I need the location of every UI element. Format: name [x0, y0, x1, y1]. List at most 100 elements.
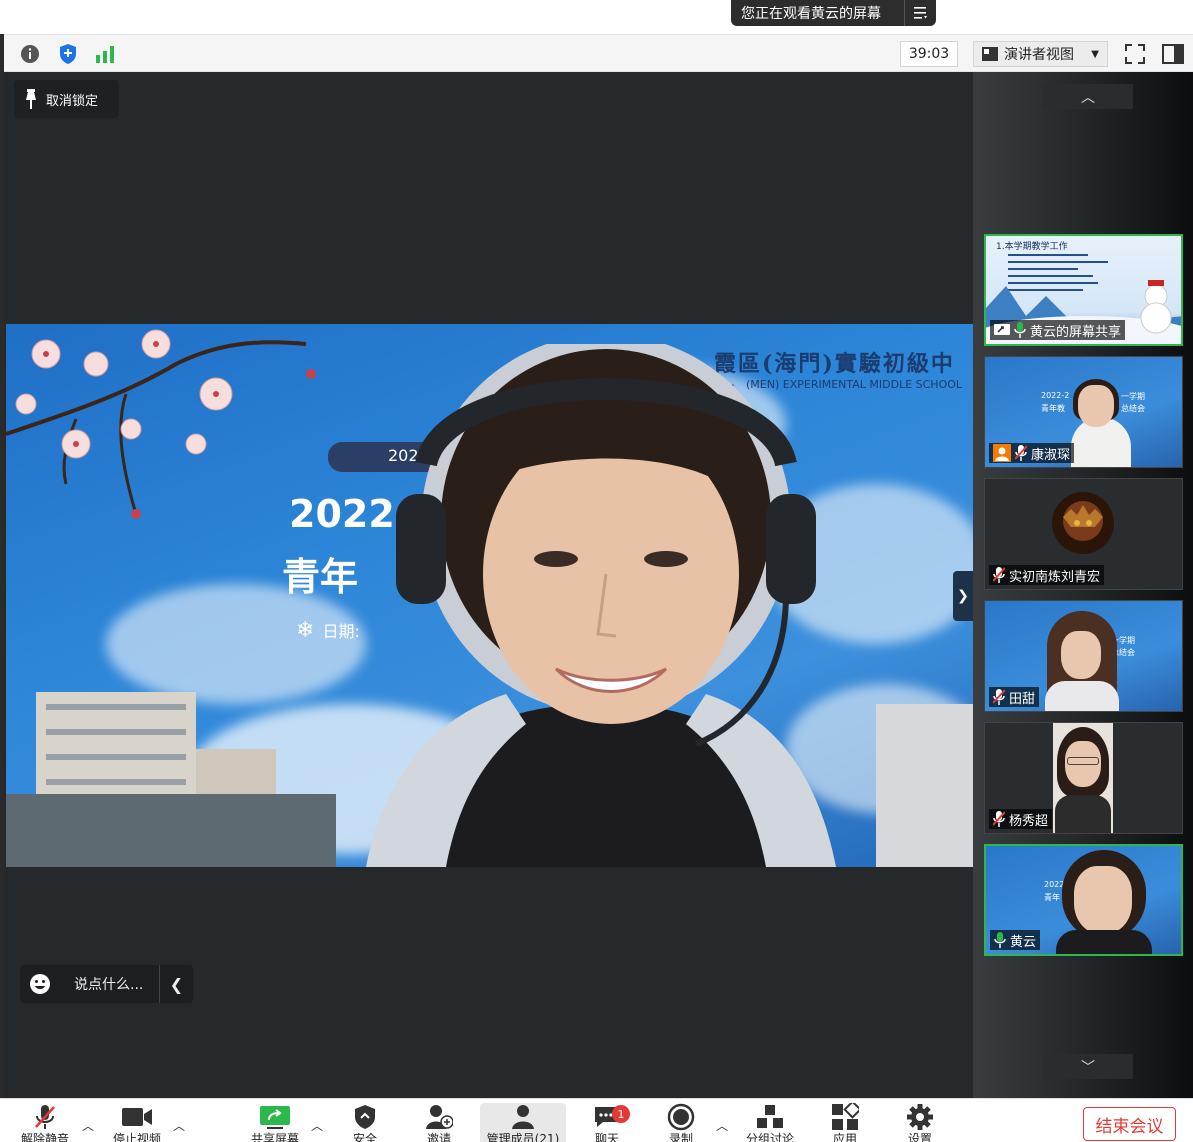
slide-title: 青年: [282, 555, 359, 599]
tile-slide-text: 2022-2: [1041, 391, 1070, 400]
breakout-rooms-button[interactable]: 分组讨论: [735, 1103, 805, 1142]
meeting-timer: 39:03: [900, 41, 958, 67]
gallery-tile-participant[interactable]: 杨秀超: [984, 722, 1183, 834]
audio-options-chevron-icon[interactable]: ︿: [82, 1117, 94, 1134]
slide-date-text: 日期:: [322, 622, 360, 641]
tile-label: 康淑琛: [989, 443, 1075, 463]
screen-share-banner-text: 您正在观看黄云的屏幕: [741, 6, 881, 22]
tile-slide-text: 青年教: [1041, 404, 1065, 413]
chevron-right-icon: ❯: [957, 588, 969, 604]
tile-name: 黄云的屏幕共享: [1030, 324, 1122, 340]
speaker-video: 霞區(海門)實驗初級中學 (MEN) EXPERIMENTAL MIDDLE S…: [6, 324, 973, 867]
pin-icon: [26, 89, 36, 109]
chat-input-placeholder[interactable]: 说点什么...: [60, 974, 159, 994]
chat-button[interactable]: 1 聊天: [572, 1103, 642, 1142]
meeting-window: 您正在观看黄云的屏幕 39:03 演讲者视图 ▼ 取消锁定 霞區(海門)實驗初級…: [0, 0, 1193, 1142]
speaker-person: [366, 344, 836, 867]
microphone-muted-icon: [35, 1105, 55, 1129]
sidebar-icon[interactable]: [1162, 43, 1184, 65]
share-screen-icon: [994, 324, 1010, 335]
microphone-icon: [994, 932, 1006, 948]
smiley-icon[interactable]: [20, 973, 60, 995]
security-button[interactable]: 安全: [330, 1103, 400, 1142]
tile-slide-heading: 1.本学期教学工作: [996, 242, 1068, 252]
unpin-button[interactable]: 取消锁定: [14, 80, 119, 118]
fullscreen-icon[interactable]: [1124, 43, 1146, 65]
chevron-left-icon[interactable]: ❮: [159, 965, 193, 1003]
invite-person-icon: [426, 1105, 453, 1129]
gallery-tile-participant[interactable]: 第一学期 年总结会 田甜: [984, 600, 1183, 712]
share-options-chevron-icon[interactable]: ︿: [311, 1117, 323, 1134]
participants-button[interactable]: 管理成员(21): [480, 1103, 566, 1142]
participant-gallery: ︿ 1.本学期教学工作 黄云的屏幕共享 2022-2 青年教 一学期 总结会 康…: [973, 72, 1193, 1098]
gallery-tile-screen-share[interactable]: 1.本学期教学工作 黄云的屏幕共享: [984, 234, 1183, 346]
video-camera-icon: [122, 1108, 152, 1126]
tile-slide-text: 总结会: [1121, 404, 1145, 413]
slide-date-label: ❄ 日期:: [296, 618, 360, 643]
main-video-area: 取消锁定 霞區(海門)實驗初級中學 (MEN) EXPERIMENTAL MI: [4, 72, 973, 1098]
tile-name: 康淑琛: [1031, 447, 1071, 463]
share-screen-label: 共享屏幕: [250, 1132, 299, 1142]
chat-unread-badge: 1: [612, 1105, 630, 1123]
end-meeting-button[interactable]: 结束会议: [1083, 1107, 1176, 1141]
reaction-chat-box[interactable]: 说点什么... ❮: [20, 965, 193, 1003]
tile-label: 黄云: [990, 930, 1041, 950]
apps-button[interactable]: 应用: [810, 1103, 880, 1142]
invite-button[interactable]: 邀请: [404, 1103, 474, 1142]
share-screen-icon: [260, 1106, 290, 1129]
shield-icon[interactable]: [57, 43, 79, 65]
microphone-muted-icon: [993, 689, 1005, 705]
participant-avatar: [1052, 492, 1114, 554]
avatar-icon: [993, 444, 1011, 462]
stop-video-label: 停止视频: [112, 1132, 161, 1142]
signal-icon[interactable]: [94, 43, 116, 65]
share-screen-button[interactable]: 共享屏幕: [240, 1103, 310, 1142]
breakout-rooms-label: 分组讨论: [745, 1132, 794, 1142]
screen-share-banner: 您正在观看黄云的屏幕: [731, 0, 936, 26]
gallery-scroll-up-button[interactable]: ︿: [1043, 84, 1133, 109]
apps-label: 应用: [832, 1132, 857, 1142]
speaker-view-icon: [982, 47, 998, 61]
tile-label: 黄云的屏幕共享: [990, 320, 1126, 340]
unmute-label: 解除静音: [20, 1132, 69, 1142]
tile-label: 田甜: [989, 687, 1040, 707]
chevron-down-icon: ﹀: [1081, 1059, 1095, 1076]
apps-icon: [832, 1103, 859, 1130]
unmute-button[interactable]: 解除静音: [10, 1103, 80, 1142]
tile-name: 实初南炼刘青宏: [1009, 569, 1101, 585]
gallery-tile-participant[interactable]: 实初南炼刘青宏: [984, 478, 1183, 590]
participants-icon: [512, 1105, 534, 1129]
chevron-up-icon: ︿: [1081, 89, 1095, 106]
record-button[interactable]: 录制: [646, 1103, 716, 1142]
tile-label: 实初南炼刘青宏: [989, 565, 1105, 585]
settings-gear-icon: [907, 1104, 933, 1130]
tile-slide-text: 青年: [1044, 893, 1060, 902]
list-menu-icon[interactable]: [904, 0, 936, 26]
security-shield-icon: [355, 1105, 375, 1129]
gallery-tile-participant[interactable]: 2022-2 青年教 一学期 总结会 康淑琛: [984, 356, 1183, 468]
video-options-chevron-icon[interactable]: ︿: [173, 1117, 185, 1134]
settings-button[interactable]: 设置: [885, 1103, 955, 1142]
collapse-gallery-button[interactable]: ❯: [953, 571, 973, 621]
settings-label: 设置: [907, 1132, 932, 1142]
view-mode-label: 演讲者视图: [1004, 47, 1074, 63]
microphone-muted-icon: [993, 811, 1005, 827]
tile-label: 杨秀超: [989, 809, 1053, 829]
stop-video-button[interactable]: 停止视频: [102, 1103, 172, 1142]
meeting-bottom-toolbar: 解除静音 ︿ 停止视频 ︿ 共享屏幕 ︿ 安全 邀请 管理成员(21) 1 聊天…: [0, 1098, 1193, 1142]
view-mode-dropdown[interactable]: 演讲者视图 ▼: [973, 41, 1108, 67]
gallery-tile-self[interactable]: 2022 青年 黄云: [984, 844, 1183, 956]
meeting-top-toolbar: 39:03 演讲者视图 ▼: [0, 34, 1193, 72]
record-options-chevron-icon[interactable]: ︿: [716, 1117, 728, 1134]
microphone-muted-icon: [993, 567, 1005, 583]
record-icon: [667, 1103, 695, 1131]
gallery-scroll-down-button[interactable]: ﹀: [1043, 1054, 1133, 1079]
info-icon[interactable]: [19, 43, 41, 65]
unpin-label: 取消锁定: [46, 93, 99, 109]
tile-name: 田甜: [1009, 691, 1036, 707]
participants-label: 管理成员(21): [486, 1132, 560, 1142]
tile-name: 黄云: [1010, 934, 1037, 950]
microphone-icon: [1014, 322, 1026, 338]
invite-label: 邀请: [426, 1132, 451, 1142]
chevron-down-icon: ▼: [1091, 49, 1099, 60]
